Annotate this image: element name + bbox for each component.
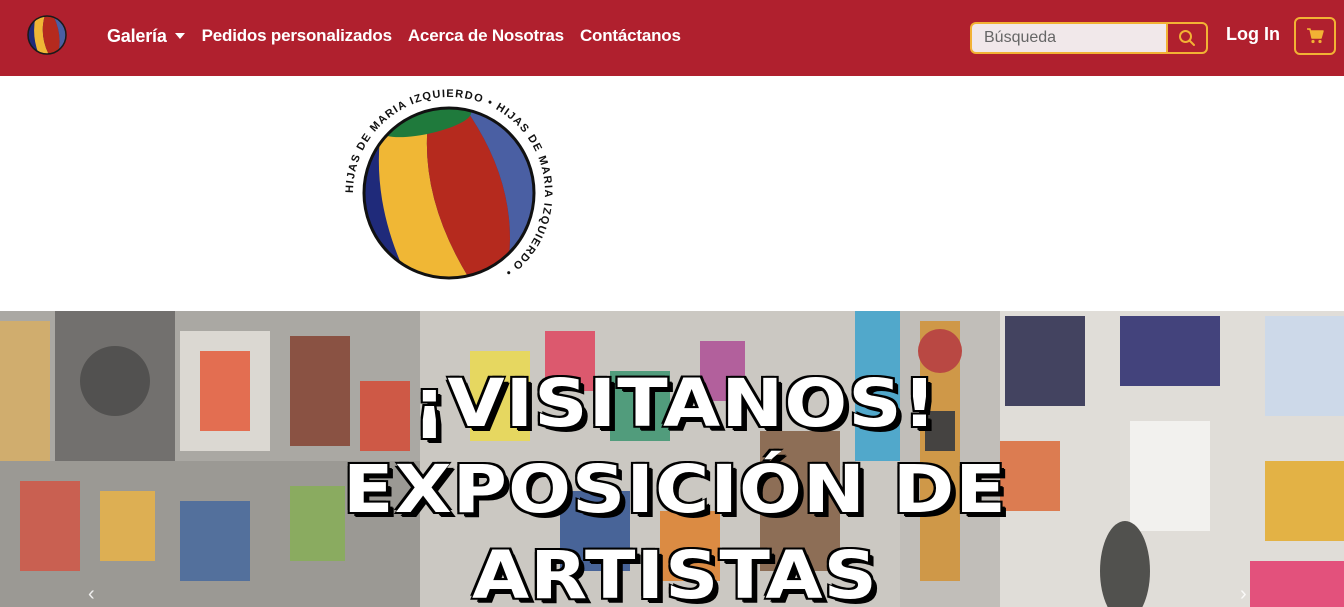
hero-title: ¡VISITANOS! EXPOSICIÓN DE ARTISTAS bbox=[0, 361, 1344, 607]
nav-galeria[interactable]: Galería bbox=[107, 26, 185, 47]
ball-logo-icon[interactable] bbox=[27, 15, 67, 55]
login-link[interactable]: Log In bbox=[1226, 24, 1280, 45]
top-navbar: Galería Pedidos personalizados Acerca de… bbox=[0, 0, 1344, 76]
nav-contactanos[interactable]: Contáctanos bbox=[580, 26, 681, 46]
hero-banner: ¡VISITANOS! EXPOSICIÓN DE ARTISTAS bbox=[0, 311, 1344, 607]
carousel-prev-icon[interactable]: ‹ bbox=[88, 583, 108, 607]
search-icon bbox=[1179, 30, 1195, 46]
nav-acerca-de-nosotras[interactable]: Acerca de Nosotras bbox=[408, 26, 564, 46]
nav-galeria-label: Galería bbox=[107, 25, 167, 46]
nav-pedidos-personalizados[interactable]: Pedidos personalizados bbox=[202, 26, 392, 46]
cart-button[interactable] bbox=[1294, 17, 1336, 55]
chevron-down-icon bbox=[174, 33, 185, 39]
main-nav: Galería Pedidos personalizados Acerca de… bbox=[107, 22, 697, 50]
search-button[interactable] bbox=[1166, 22, 1208, 54]
search-input[interactable] bbox=[970, 22, 1166, 54]
hero-line-3: ARTISTAS bbox=[471, 537, 879, 607]
hero-line-1: ¡VISITANOS! bbox=[412, 365, 938, 442]
cart-icon bbox=[1307, 28, 1324, 44]
search-form bbox=[970, 22, 1208, 54]
hero-line-2: EXPOSICIÓN DE bbox=[343, 451, 1007, 528]
carousel-next-icon[interactable]: › bbox=[1240, 583, 1260, 607]
brand-logo: HIJAS DE MARIA IZQUIERDO • HIJAS DE MARI… bbox=[344, 88, 553, 280]
